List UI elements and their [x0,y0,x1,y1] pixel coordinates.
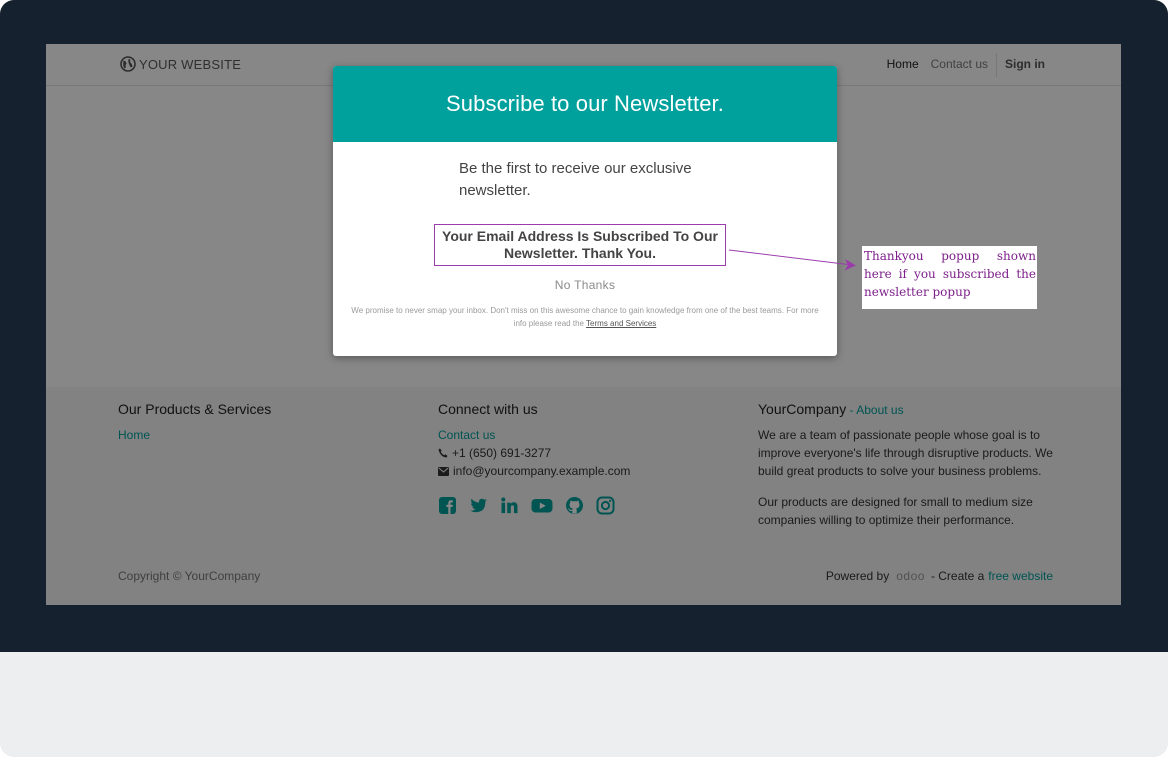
modal-title: Subscribe to our Newsletter. [446,91,724,116]
subscribed-thank-you-message: Your Email Address Is Subscribed To Our … [434,224,726,266]
modal-header: Subscribe to our Newsletter. [333,66,837,142]
fine-print-text: We promise to never smap your inbox. Don… [351,306,819,328]
modal-lead-text: Be the first to receive our exclusive ne… [459,160,692,199]
no-thanks-button[interactable]: No Thanks [333,278,837,292]
newsletter-modal: Subscribe to our Newsletter. Be the firs… [333,66,837,356]
website-screen: YOUR WEBSITE Home Contact us Sign in Our… [46,44,1121,605]
monitor-stand [0,652,1168,757]
modal-fine-print: We promise to never smap your inbox. Don… [347,304,823,330]
monitor-frame: YOUR WEBSITE Home Contact us Sign in Our… [0,0,1168,757]
annotation-callout: Thankyou popup shown here if you subscri… [862,246,1037,309]
terms-link[interactable]: Terms and Services [586,319,656,328]
